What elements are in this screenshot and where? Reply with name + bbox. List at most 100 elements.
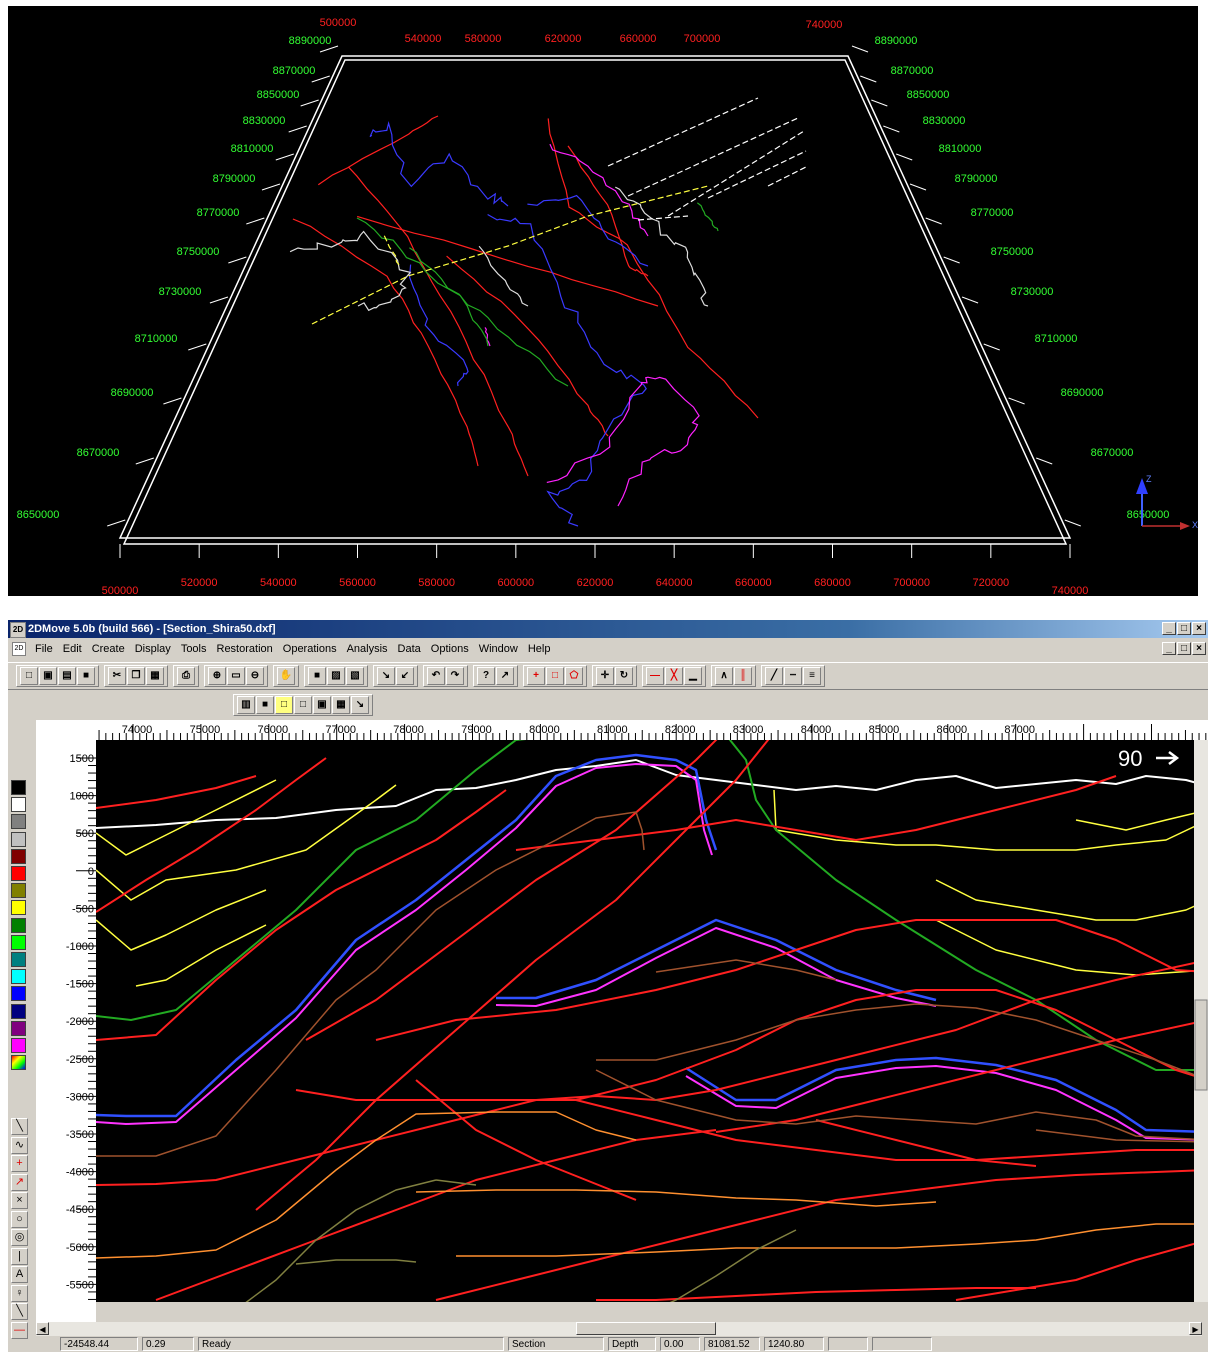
export-2d-icon[interactable]: ↘	[377, 667, 395, 685]
color-swatch[interactable]	[11, 814, 26, 830]
export-3d-icon[interactable]: ↙	[396, 667, 414, 685]
cross-line-icon[interactable]: ╳	[665, 667, 683, 685]
print-icon[interactable]: ⎙	[177, 667, 195, 685]
vertical-scroll-thumb[interactable]	[1194, 999, 1208, 1091]
fold-icon[interactable]: ∧	[715, 667, 733, 685]
target-icon[interactable]: ◎	[11, 1229, 28, 1246]
3d-map-view[interactable]: 500000 540000 580000 620000 660000 700000 7400…	[8, 6, 1198, 596]
pin-icon[interactable]: ↘	[351, 696, 369, 714]
context-help-icon[interactable]: ↗	[496, 667, 514, 685]
menu-window[interactable]: Window	[474, 638, 523, 660]
color-swatch[interactable]	[11, 1038, 26, 1053]
doc-close-button[interactable]: ×	[1192, 642, 1206, 655]
line-icon[interactable]: ╲	[11, 1303, 28, 1320]
scroll-thumb[interactable]	[576, 1322, 716, 1335]
rotate-icon[interactable]: ↻	[615, 667, 633, 685]
save-icon[interactable]: ■	[77, 667, 95, 685]
window-box-icon[interactable]: ▣	[313, 696, 331, 714]
menu-help[interactable]: Help	[523, 638, 556, 660]
new-icon[interactable]: □	[20, 667, 38, 685]
yellow-box-icon[interactable]: □	[275, 696, 293, 714]
cut-icon[interactable]: ✂	[108, 667, 126, 685]
menu-restoration[interactable]: Restoration	[212, 638, 278, 660]
3d-map-canvas[interactable]: 500000 540000 580000 620000 660000 700000 7400…	[8, 6, 1198, 596]
move-icon[interactable]: ✛	[596, 667, 614, 685]
menu-analysis[interactable]: Analysis	[342, 638, 393, 660]
color-swatch[interactable]	[11, 866, 26, 881]
zoom-out-icon[interactable]: ⊖	[246, 667, 264, 685]
fill-icon[interactable]: ■	[256, 696, 274, 714]
rectangle-icon[interactable]: □	[546, 667, 564, 685]
color-swatch[interactable]	[11, 1020, 26, 1036]
wave-curve-icon[interactable]: ∿	[11, 1136, 28, 1154]
horizontal-line-icon[interactable]: —	[646, 667, 664, 685]
color-swatch[interactable]	[11, 952, 26, 967]
polygon-icon[interactable]: ⬠	[565, 667, 583, 685]
diagonal-icon[interactable]: ╱	[765, 667, 783, 685]
open-icon[interactable]: ▣	[39, 667, 57, 685]
view-window-icon[interactable]: ▨	[327, 667, 345, 685]
color-swatch[interactable]	[11, 883, 26, 899]
offset-line-icon[interactable]: ≡	[803, 667, 821, 685]
save-view-icon[interactable]: ■	[308, 667, 326, 685]
scroll-right-arrow-icon[interactable]: ▶	[1189, 1322, 1202, 1335]
zoom-in-icon[interactable]: ⊕	[208, 667, 226, 685]
close-button[interactable]: ×	[1192, 622, 1206, 635]
redo-icon[interactable]: ↷	[446, 667, 464, 685]
toolbar-group: ✂ ❐ ▦	[104, 665, 168, 687]
dashed-line-icon[interactable]: ┄	[784, 667, 802, 685]
undo-icon[interactable]: ↶	[427, 667, 445, 685]
arrow-icon[interactable]: ↗	[11, 1173, 28, 1191]
vertical-line-icon[interactable]: |	[11, 1247, 28, 1265]
stack-icon[interactable]: ▦	[332, 696, 350, 714]
color-swatch[interactable]	[11, 780, 26, 795]
view-restore-icon[interactable]: ▧	[346, 667, 364, 685]
minimize-button[interactable]: _	[1162, 622, 1176, 635]
menu-data[interactable]: Data	[393, 638, 426, 660]
menu-tools[interactable]: Tools	[176, 638, 212, 660]
color-swatch[interactable]	[11, 797, 26, 813]
doc-minimize-button[interactable]: _	[1162, 642, 1176, 655]
circle-icon[interactable]: ○	[11, 1210, 28, 1228]
add-point-icon[interactable]: +	[527, 667, 545, 685]
horizontal-scrollbar[interactable]: ◀ ▶	[36, 1322, 1202, 1336]
document-icon[interactable]: 2D	[12, 642, 26, 656]
stamp-icon[interactable]: ♀	[11, 1284, 28, 1302]
color-swatch[interactable]	[11, 900, 26, 916]
layer-icon[interactable]: ▥	[237, 696, 255, 714]
color-swatch[interactable]	[11, 986, 26, 1002]
maximize-button[interactable]: □	[1177, 622, 1191, 635]
help-icon[interactable]: ?	[477, 667, 495, 685]
cross-icon[interactable]: +	[11, 1155, 28, 1172]
copy-icon[interactable]: ❐	[127, 667, 145, 685]
custom-color-icon[interactable]	[11, 1055, 26, 1070]
pan-hand-icon[interactable]: ✋	[277, 667, 295, 685]
menu-create[interactable]: Create	[87, 638, 130, 660]
menu-operations[interactable]: Operations	[278, 638, 342, 660]
baseline-icon[interactable]: ▁	[684, 667, 702, 685]
smooth-curve-icon[interactable]: ╲	[11, 1118, 28, 1135]
doc-maximize-button[interactable]: □	[1177, 642, 1191, 655]
text-A-icon[interactable]: A	[11, 1266, 28, 1283]
color-swatch[interactable]	[11, 917, 26, 933]
color-swatch[interactable]	[11, 848, 26, 864]
menu-edit[interactable]: Edit	[58, 638, 87, 660]
color-swatch[interactable]	[11, 1003, 26, 1019]
paste-icon[interactable]: ▦	[146, 667, 164, 685]
open-folder-icon[interactable]: ▤	[58, 667, 76, 685]
color-swatch[interactable]	[11, 969, 26, 985]
menu-file[interactable]: File	[30, 638, 58, 660]
delete-x-icon[interactable]: ×	[11, 1192, 28, 1209]
cross-section-view[interactable]: 74000 75000 76000 77000 78000 79000 80000 81000…	[36, 720, 1208, 1322]
fault-icon[interactable]: ║	[734, 667, 752, 685]
title-bar[interactable]: 2D 2DMove 5.0b (build 566) - [Section_Sh…	[8, 620, 1208, 638]
zoom-box-icon[interactable]: ▭	[227, 667, 245, 685]
menu-display[interactable]: Display	[130, 638, 176, 660]
menu-options[interactable]: Options	[426, 638, 474, 660]
blank-box-icon[interactable]: □	[294, 696, 312, 714]
cross-section-canvas[interactable]: 74000 75000 76000 77000 78000 79000 80000 81000…	[36, 720, 1208, 1322]
app-icon[interactable]: 2D	[10, 622, 26, 638]
color-swatch[interactable]	[11, 831, 26, 847]
scroll-left-arrow-icon[interactable]: ◀	[36, 1322, 49, 1335]
color-swatch[interactable]	[11, 934, 26, 950]
